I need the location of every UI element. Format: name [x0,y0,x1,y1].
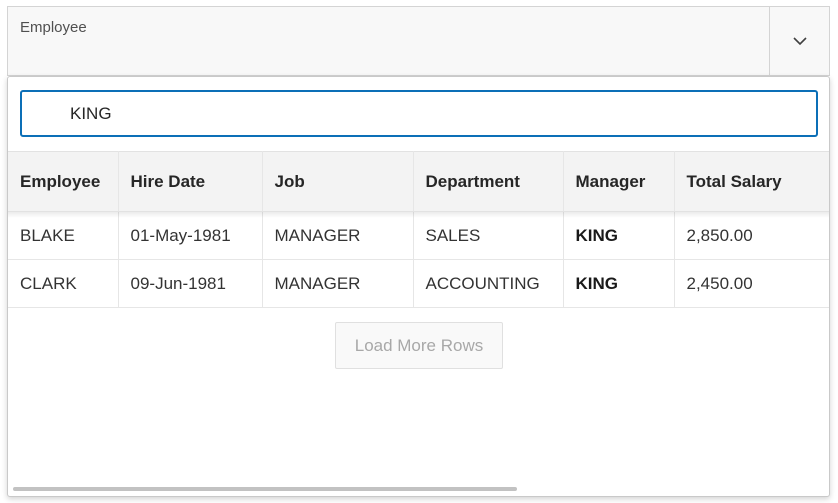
horizontal-scrollbar[interactable] [13,487,517,491]
chevron-down-icon [792,37,807,46]
dropdown-toggle-button[interactable] [769,7,829,75]
cell-department: ACCOUNTING [413,259,564,308]
column-header-employee[interactable]: Employee [8,151,119,212]
grid-header-row: Employee Hire Date Job Department Manage… [8,151,829,212]
cell-manager: KING [563,211,675,260]
results-grid: Employee Hire Date Job Department Manage… [8,151,829,308]
field-label: Employee [20,19,87,36]
column-header-hire-date[interactable]: Hire Date [118,151,263,212]
popup-lov-page: Employee Employee Hire Date [0,0,838,503]
search-box[interactable] [20,90,818,137]
load-more-rows-button[interactable]: Load More Rows [335,322,503,369]
cell-employee: BLAKE [8,211,119,260]
cell-hire-date: 09-Jun-1981 [118,259,263,308]
cell-employee: CLARK [8,259,119,308]
search-input[interactable] [22,92,816,135]
column-header-manager[interactable]: Manager [563,151,675,212]
cell-total-salary: 2,450.00 [674,259,829,308]
cell-department: SALES [413,211,564,260]
cell-job: MANAGER [262,211,414,260]
column-header-total-salary[interactable]: Total Salary [674,151,829,212]
column-header-job[interactable]: Job [262,151,414,212]
employee-field[interactable]: Employee [7,6,830,76]
table-row[interactable]: CLARK 09-Jun-1981 MANAGER ACCOUNTING KIN… [8,259,829,308]
cell-hire-date: 01-May-1981 [118,211,263,260]
table-row[interactable]: BLAKE 01-May-1981 MANAGER SALES KING 2,8… [8,211,829,260]
cell-manager: KING [563,259,675,308]
lov-popup: Employee Hire Date Job Department Manage… [7,76,830,497]
column-header-department[interactable]: Department [413,151,564,212]
cell-job: MANAGER [262,259,414,308]
cell-total-salary: 2,850.00 [674,211,829,260]
